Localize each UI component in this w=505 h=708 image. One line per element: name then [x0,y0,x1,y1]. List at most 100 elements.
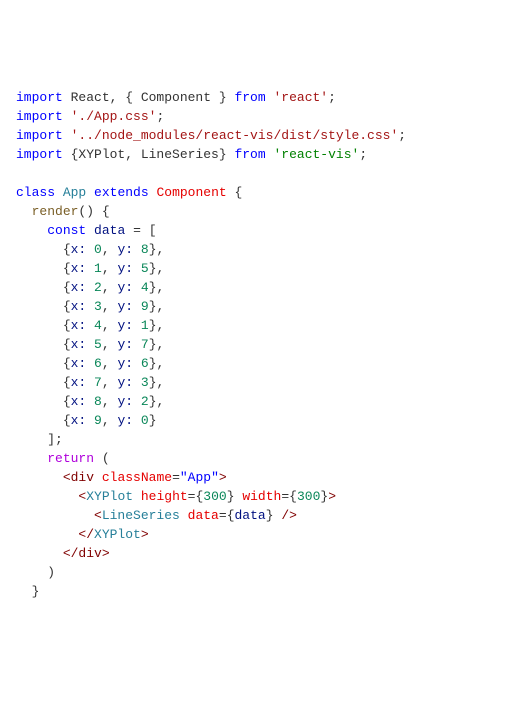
data-row: {x: 2, y: 4}, [16,280,164,295]
brace-open: { [102,204,110,219]
attr-classname: className [102,470,172,485]
angle-bracket: < [63,470,71,485]
num-y: 3 [141,375,149,390]
string-path: 'react' [273,90,328,105]
key-y: y: [117,394,133,409]
jsx-div-close: </div> [16,546,110,561]
num-y: 4 [141,280,149,295]
tag-lineseries: LineSeries [102,508,180,523]
keyword-return: return [47,451,94,466]
comma: , [157,356,165,371]
jsx-lineseries: <LineSeries data={data} /> [16,508,297,523]
brace-open: { [227,508,235,523]
num-y: 1 [141,318,149,333]
brace-open: { [289,489,297,504]
angle-bracket: > [328,489,336,504]
tag-xyplot: XYPlot [94,527,141,542]
data-row: {x: 5, y: 7}, [16,337,164,352]
string-path: '../node_modules/react-vis/dist/style.cs… [63,128,398,143]
key-x: x: [71,261,87,276]
import-clause: {XYPlot, LineSeries} [63,147,235,162]
jsx-div-open: <div className="App"> [16,470,227,485]
line-return: return ( [16,451,110,466]
data-row: {x: 0, y: 8}, [16,242,164,257]
data-row: {x: 7, y: 3}, [16,375,164,390]
variable-name: data [94,223,125,238]
num-y: 6 [141,356,149,371]
brace-close: } [227,489,235,504]
angle-bracket: > [219,470,227,485]
key-y: y: [117,318,133,333]
num-x: 2 [94,280,102,295]
variable-data: data [235,508,266,523]
data-row: {x: 4, y: 1}, [16,318,164,333]
comma: , [157,299,165,314]
comma: , [157,375,165,390]
keyword-import: import [16,109,63,124]
semicolon: ; [359,147,367,162]
line-bracket-close: ]; [16,432,63,447]
key-y: y: [117,413,133,428]
attr-data: data [188,508,219,523]
tag-xyplot: XYPlot [86,489,133,504]
keyword-extends: extends [94,185,149,200]
code-block: import React, { Component } from 'react'… [16,88,489,601]
string-path: './App.css' [63,109,157,124]
key-y: y: [117,337,133,352]
attr-height: height [141,489,188,504]
keyword-import: import [16,147,63,162]
line-paren-close: ) [16,565,55,580]
key-y: y: [117,356,133,371]
num-height: 300 [203,489,226,504]
key-x: x: [71,413,87,428]
data-row: {x: 9, y: 0} [16,413,157,428]
comma: , [157,280,165,295]
bracket-open: [ [149,223,157,238]
equals: = [172,470,180,485]
comma: , [157,318,165,333]
num-x: 1 [94,261,102,276]
equals: = [219,508,227,523]
line-4: import {XYPlot, LineSeries} from 'react-… [16,147,367,162]
comma: , [157,337,165,352]
key-y: y: [117,261,133,276]
method-name: render [32,204,79,219]
angle-bracket: < [94,508,102,523]
brace-open: { [235,185,243,200]
paren-open: ( [102,451,110,466]
jsx-xyplot-close: </XYPlot> [16,527,149,542]
bracket-close: ]; [47,432,63,447]
num-x: 4 [94,318,102,333]
keyword-from: from [234,90,265,105]
line-const: const data = [ [16,223,157,238]
brace-close: } [32,584,40,599]
num-y: 7 [141,337,149,352]
key-y: y: [117,299,133,314]
angle-bracket: </ [63,546,79,561]
string-path: 'react-vis' [273,147,359,162]
key-x: x: [71,280,87,295]
line-2: import './App.css'; [16,109,164,124]
data-row: {x: 3, y: 9}, [16,299,164,314]
class-name: App [63,185,86,200]
num-x: 8 [94,394,102,409]
equals: = [281,489,289,504]
keyword-import: import [16,90,63,105]
key-y: y: [117,242,133,257]
paren-close: ) [47,565,55,580]
key-y: y: [117,280,133,295]
import-clause: React, { Component } [63,90,235,105]
key-x: x: [71,375,87,390]
tag-div: div [78,546,101,561]
semicolon: ; [156,109,164,124]
angle-bracket: > [141,527,149,542]
key-x: x: [71,299,87,314]
num-x: 5 [94,337,102,352]
keyword-import: import [16,128,63,143]
data-row: {x: 8, y: 2}, [16,394,164,409]
semicolon: ; [398,128,406,143]
keyword-from: from [234,147,265,162]
num-x: 0 [94,242,102,257]
comma: , [157,394,165,409]
line-3: import '../node_modules/react-vis/dist/s… [16,128,406,143]
